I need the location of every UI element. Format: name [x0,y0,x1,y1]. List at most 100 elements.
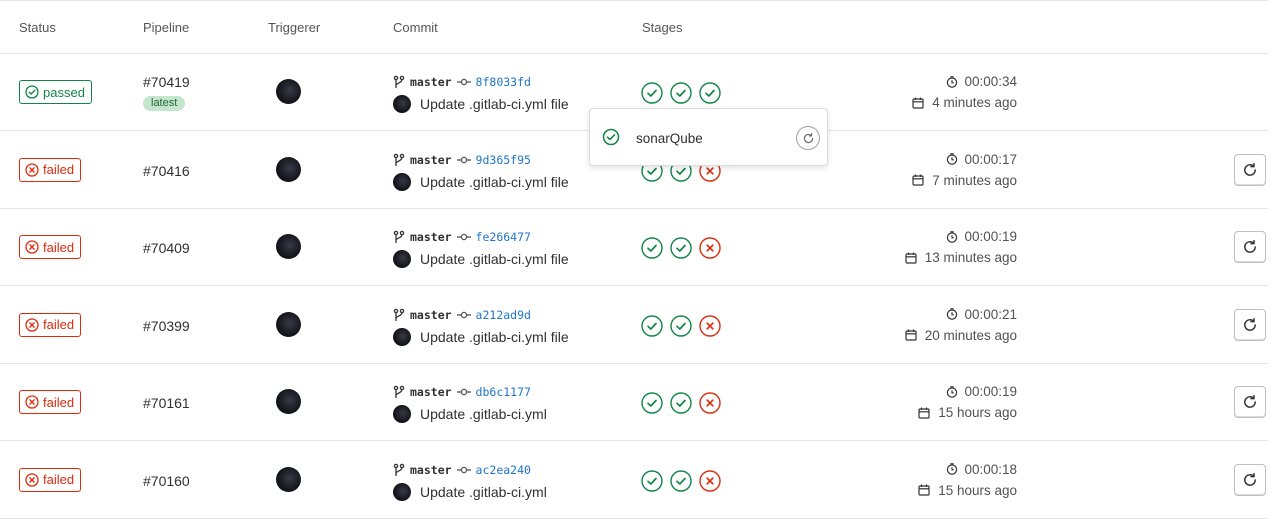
commit-title-link[interactable]: Update .gitlab-ci.yml [420,484,547,500]
retry-pipeline-button[interactable] [1234,153,1266,186]
triggerer-avatar[interactable] [276,311,301,337]
pipeline-duration: 00:00:34 [946,74,1017,89]
retry-icon [1244,317,1256,331]
stages-mini-graph [641,469,721,492]
table-row: failed #70409 master fe266477 Update .gitlab… [0,208,1268,286]
status-badge[interactable]: failed [19,467,82,492]
pipeline-id-link[interactable]: #70399 [143,318,190,334]
pipeline-id-link[interactable]: #70160 [143,473,190,489]
commit-author-avatar[interactable] [393,482,411,501]
stage-success-icon[interactable] [670,392,692,414]
branch-link[interactable]: master [410,385,452,399]
branch-icon [393,230,405,243]
duration-value: 00:00:21 [964,306,1017,322]
commit-author-avatar[interactable] [393,172,411,191]
commit-author-avatar[interactable] [393,95,411,113]
triggerer-avatar[interactable] [276,466,301,492]
stage-success-icon[interactable] [641,314,663,337]
stage-failed-icon[interactable] [699,469,721,492]
finished-value: 13 minutes ago [924,250,1017,265]
finished-value: 15 hours ago [938,482,1017,498]
stage-success-icon[interactable] [641,82,663,104]
commit-sha-link[interactable]: 8f8033fd [476,75,531,89]
commit-info: Update .gitlab-ci.yml file [393,95,569,113]
branch-link[interactable]: master [410,153,452,167]
commit-author-avatar[interactable] [393,405,411,423]
commit-sha-link[interactable]: fe266477 [476,230,531,244]
pipeline-duration: 00:00:19 [946,384,1017,399]
finished-value: 7 minutes ago [932,172,1017,188]
retry-pipeline-button[interactable] [1234,308,1266,341]
calendar-icon [918,484,930,496]
calendar-icon [918,407,930,419]
triggerer-avatar[interactable] [276,234,301,259]
status-label: failed [43,239,75,255]
status-badge[interactable]: failed [19,157,82,182]
pipeline-finished-at: 13 minutes ago [905,250,1017,265]
branch-link[interactable]: master [410,230,452,244]
stage-failed-icon[interactable] [699,392,721,414]
status-badge[interactable]: failed [19,235,82,259]
pipeline-id-link[interactable]: #70419 [143,74,190,90]
stage-success-icon[interactable] [641,392,663,414]
stage-failed-icon[interactable] [699,237,721,259]
commit-sha-link[interactable]: a212ad9d [476,308,531,322]
pipeline-finished-at: 15 hours ago [918,483,1017,498]
commit-icon [456,466,471,473]
calendar-icon [905,252,917,264]
retry-icon [1244,162,1256,176]
status-badge[interactable]: failed [19,312,82,337]
status-badge[interactable]: passed [19,80,92,104]
status-label: failed [43,394,75,410]
commit-author-avatar[interactable] [393,327,411,346]
triggerer-avatar[interactable] [276,156,301,182]
stage-success-icon[interactable] [670,314,692,337]
commit-sha-link[interactable]: ac2ea240 [476,463,531,477]
commit-title-link[interactable]: Update .gitlab-ci.yml file [420,251,569,267]
retry-pipeline-button[interactable] [1234,386,1266,418]
branch-icon [393,463,405,476]
triggerer-column-header: Triggerer [268,20,321,35]
pipeline-finished-at: 15 hours ago [918,405,1017,420]
status-badge[interactable]: failed [19,390,82,414]
stage-success-icon[interactable] [670,469,692,492]
status-failed-icon [25,240,39,254]
stage-success-icon[interactable] [641,237,663,259]
commit-title-link[interactable]: Update .gitlab-ci.yml file [420,174,569,190]
retry-pipeline-button[interactable] [1234,463,1266,496]
pipeline-id-link[interactable]: #70409 [143,240,190,256]
job-name-link[interactable]: sonarQube [636,131,703,146]
finished-value: 20 minutes ago [924,327,1017,343]
status-label: failed [43,162,75,177]
stage-success-icon[interactable] [641,469,663,492]
commit-sha-link[interactable]: db6c1177 [476,385,531,399]
retry-icon [1244,472,1256,486]
stages-mini-graph [641,82,721,104]
duration-value: 00:00:19 [964,384,1017,399]
stages-mini-graph [641,392,721,414]
commit-author-avatar[interactable] [393,250,411,268]
pipeline-id-link[interactable]: #70416 [143,163,190,179]
timer-icon [947,230,958,243]
stage-success-icon[interactable] [699,82,721,104]
branch-link[interactable]: master [410,463,452,477]
commit-title-link[interactable]: Update .gitlab-ci.yml file [420,329,569,345]
stage-success-icon[interactable] [670,237,692,259]
pipeline-id-link[interactable]: #70161 [143,395,190,411]
branch-link[interactable]: master [410,308,452,322]
retry-pipeline-button[interactable] [1234,231,1266,263]
commit-sha-link[interactable]: 9d365f95 [476,153,531,167]
commit-info: Update .gitlab-ci.yml [393,405,547,423]
pipeline-duration: 00:00:21 [946,307,1017,322]
commit-icon [456,233,471,241]
commit-title-link[interactable]: Update .gitlab-ci.yml file [420,96,569,112]
triggerer-avatar[interactable] [276,79,301,104]
stage-failed-icon[interactable] [699,314,721,337]
job-retry-button[interactable] [796,126,820,150]
branch-link[interactable]: master [410,75,452,89]
triggerer-avatar[interactable] [276,389,301,414]
commit-title-link[interactable]: Update .gitlab-ci.yml [420,406,547,422]
commit-ref: master 8f8033fd [393,74,531,90]
commit-icon [456,388,471,396]
stage-success-icon[interactable] [670,82,692,104]
